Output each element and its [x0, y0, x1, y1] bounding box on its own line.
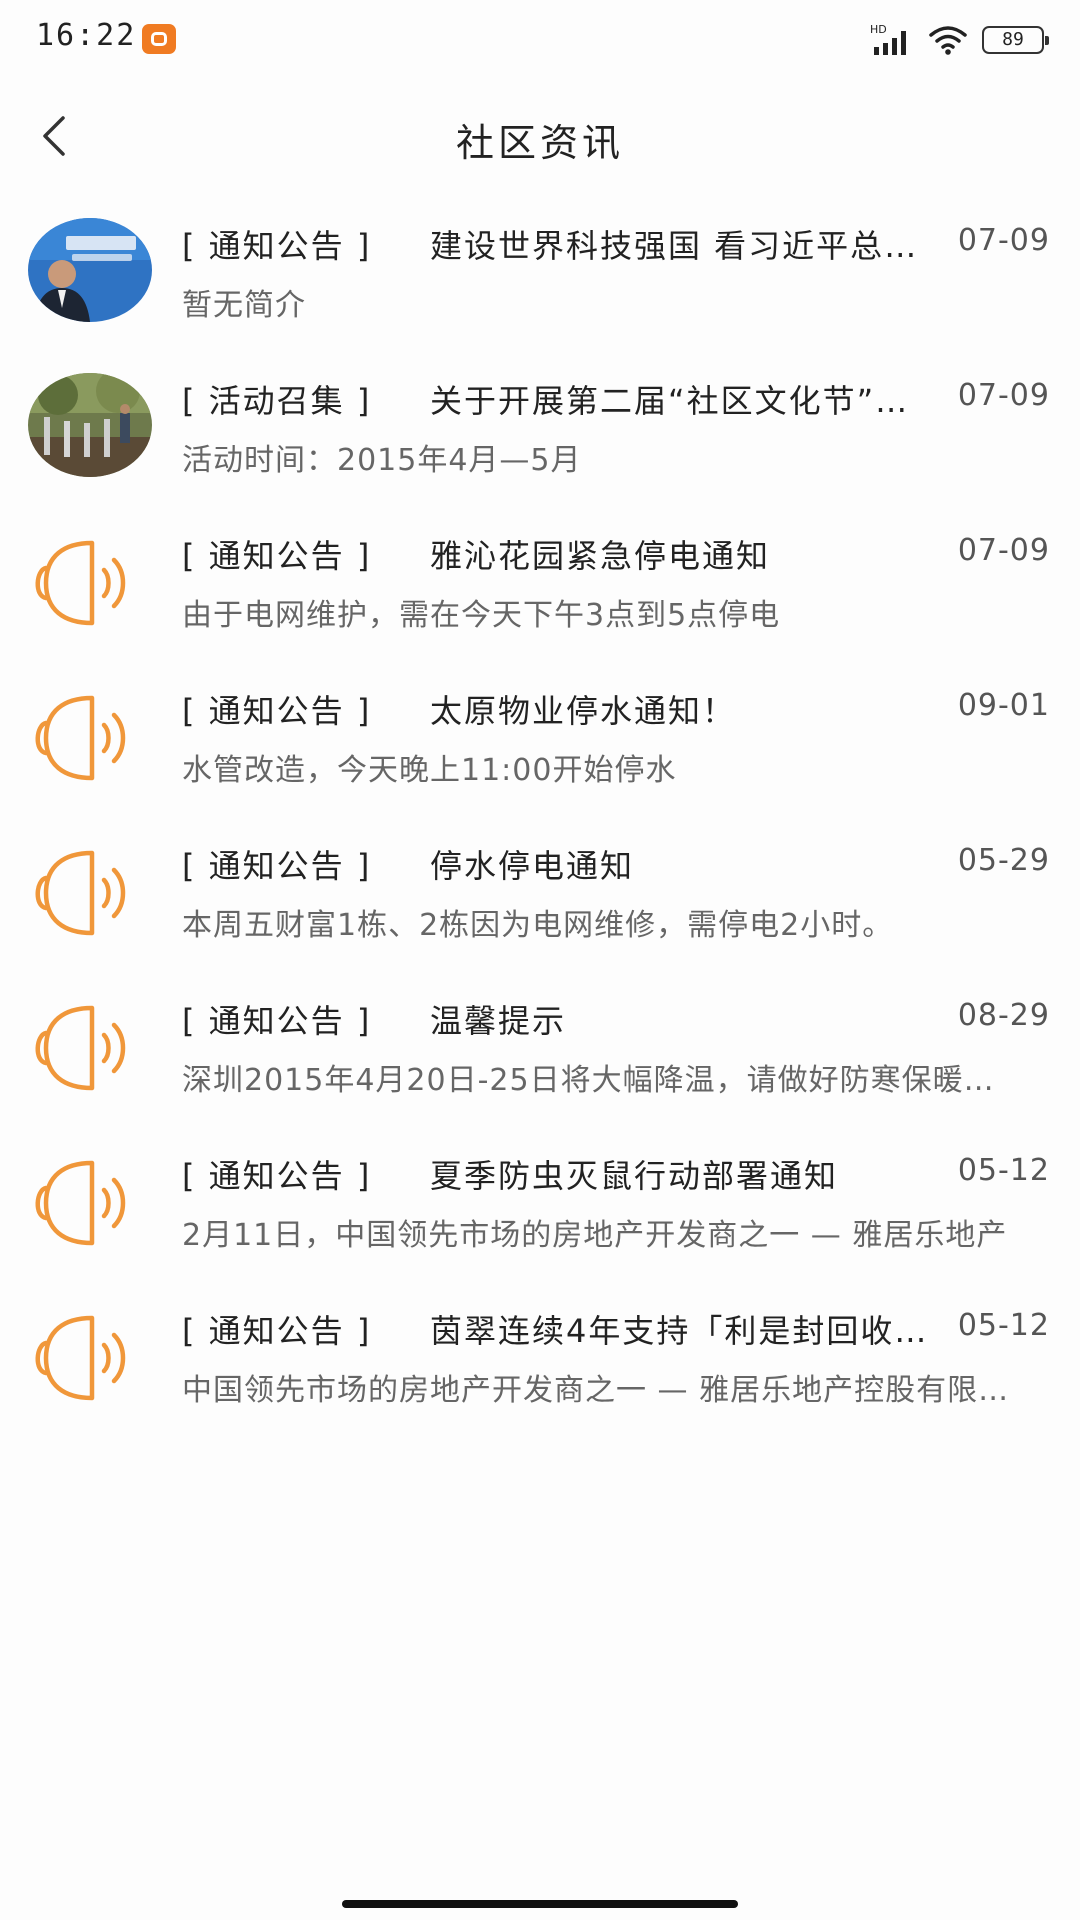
- status-time: 16:22: [36, 18, 137, 53]
- news-summary: 中国领先市场的房地产开发商之一 — 雅居乐地产控股有限公司: [182, 1373, 1022, 1408]
- news-summary: 活动时间：2015年4月—5月: [182, 443, 582, 478]
- speaker-icon: [35, 695, 126, 781]
- news-category: [ 通知公告 ]: [182, 847, 372, 885]
- news-title: 停水停电通知: [430, 847, 635, 885]
- news-title: 雅沁花园紧急停电通知: [430, 537, 771, 575]
- news-item[interactable]: [ 通知公告 ] 建设世界科技强国 看习近平总书记 07-09 暂无简介: [0, 208, 1080, 363]
- news-item[interactable]: [ 通知公告 ] 停水停电通知 05-29 本周五财富1栋、2栋因为电网维修，需…: [0, 828, 1080, 983]
- news-summary: 本周五财富1栋、2栋因为电网维修，需停电2小时。: [182, 908, 894, 943]
- news-category: [ 通知公告 ]: [182, 692, 372, 730]
- wifi-icon: [929, 26, 967, 55]
- news-title: 温馨提示: [430, 1002, 567, 1040]
- header: 社区资讯: [0, 90, 1080, 180]
- news-summary: 水管改造，今天晚上11:00开始停水: [182, 753, 677, 788]
- news-date: 09-01: [957, 688, 1050, 723]
- news-summary: 暂无简介: [182, 288, 306, 323]
- news-item[interactable]: [ 通知公告 ] 太原物业停水通知！ 09-01 水管改造，今天晚上11:00开…: [0, 673, 1080, 828]
- news-item[interactable]: [ 通知公告 ] 雅沁花园紧急停电通知 07-09 由于电网维护，需在今天下午3…: [0, 518, 1080, 673]
- news-thumbnail: [28, 218, 152, 322]
- news-category: [ 通知公告 ]: [182, 1157, 372, 1195]
- news-photo-portrait: [28, 218, 152, 322]
- speaker-icon: [35, 850, 126, 936]
- home-indicator[interactable]: [342, 1900, 738, 1908]
- news-category: [ 通知公告 ]: [182, 1312, 372, 1350]
- news-date: 07-09: [957, 223, 1050, 258]
- status-indicators: HD 89: [870, 22, 1049, 58]
- news-item[interactable]: [ 通知公告 ] 温馨提示 08-29 深圳2015年4月20日-25日将大幅降…: [0, 983, 1080, 1138]
- battery-level: 89: [1002, 29, 1024, 50]
- battery-indicator: 89: [982, 26, 1049, 54]
- news-date: 05-29: [957, 843, 1050, 878]
- news-date: 07-09: [957, 533, 1050, 568]
- signal-icon: HD: [870, 23, 906, 55]
- news-date: 07-09: [957, 378, 1050, 413]
- network-type-label: HD: [870, 23, 887, 36]
- news-photo-outdoor: [28, 373, 152, 477]
- news-summary: 2月11日，中国领先市场的房地产开发商之一 — 雅居乐地产: [182, 1218, 1008, 1253]
- news-item[interactable]: [ 通知公告 ] 茵翠连续4年支持「利是封回收」活动 05-12 中国领先市场的…: [0, 1293, 1080, 1448]
- speaker-icon: [35, 1160, 126, 1246]
- page-title: 社区资讯: [455, 121, 624, 165]
- news-title: 建设世界科技强国 看习近平总书记: [430, 227, 935, 265]
- speaker-icon: [35, 1315, 126, 1401]
- status-bar: 16:22 HD 89: [0, 0, 1080, 80]
- speaker-icon: [35, 540, 126, 626]
- news-date: 05-12: [957, 1308, 1050, 1343]
- notification-app-icon: [142, 24, 176, 54]
- news-category: [ 活动召集 ]: [182, 382, 372, 420]
- news-category: [ 通知公告 ]: [182, 537, 372, 575]
- news-item[interactable]: [ 活动召集 ] 关于开展第二届“社区文化节”活动 07-09 活动时间：201…: [0, 363, 1080, 518]
- news-thumbnail: [28, 373, 152, 477]
- news-title: 夏季防虫灭鼠行动部署通知: [430, 1157, 839, 1195]
- news-date: 08-29: [957, 998, 1050, 1033]
- news-category: [ 通知公告 ]: [182, 227, 372, 265]
- news-title: 关于开展第二届“社区文化节”活动: [430, 382, 935, 420]
- news-summary: 由于电网维护，需在今天下午3点到5点停电: [182, 598, 781, 633]
- news-list: [ 通知公告 ] 建设世界科技强国 看习近平总书记 07-09 暂无简介 [ 活…: [0, 208, 1080, 1448]
- news-item[interactable]: [ 通知公告 ] 夏季防虫灭鼠行动部署通知 05-12 2月11日，中国领先市场…: [0, 1138, 1080, 1293]
- news-summary: 深圳2015年4月20日-25日将大幅降温，请做好防寒保暖工作: [182, 1063, 1022, 1098]
- news-category: [ 通知公告 ]: [182, 1002, 372, 1040]
- news-title: 太原物业停水通知！: [430, 692, 737, 730]
- speaker-icon: [35, 1005, 126, 1091]
- news-date: 05-12: [957, 1153, 1050, 1188]
- news-title: 茵翠连续4年支持「利是封回收」活动: [430, 1312, 935, 1350]
